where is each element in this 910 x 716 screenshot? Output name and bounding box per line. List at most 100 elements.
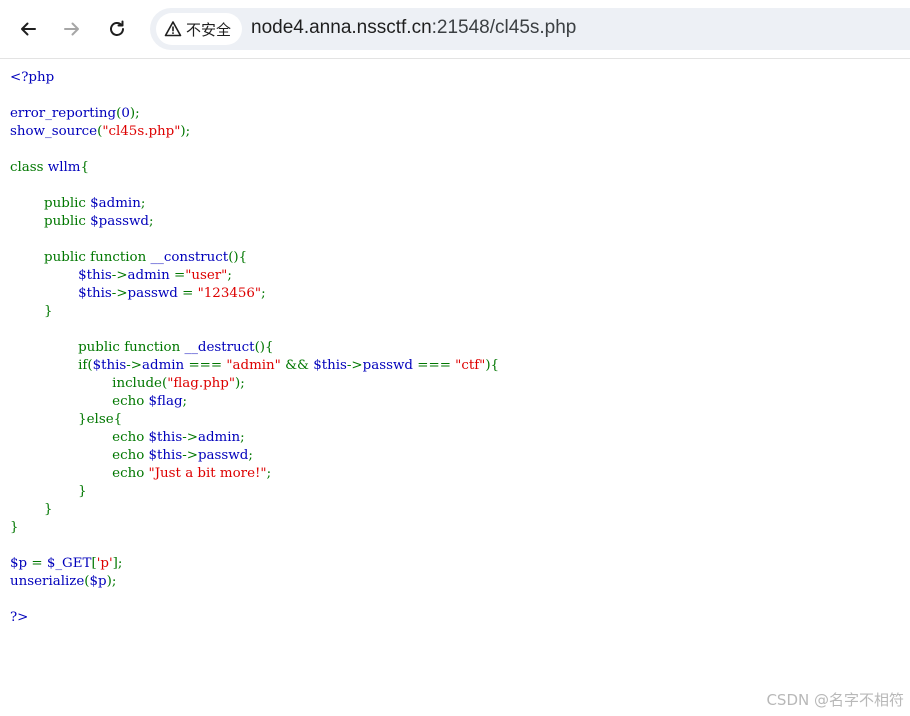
code-token: $admin <box>90 196 141 211</box>
code-token: -> <box>111 268 128 283</box>
code-token: public function <box>10 340 185 355</box>
warning-triangle-icon <box>164 21 182 37</box>
browser-toolbar: 不安全 node4.anna.nssctf.cn:21548/cl45s.php <box>0 0 910 59</box>
forward-button[interactable] <box>57 14 87 44</box>
code-token: __construct <box>150 250 229 265</box>
code-token: $p <box>10 556 32 571</box>
code-line: public function __construct(){ <box>10 249 499 267</box>
code-token: } <box>10 304 53 319</box>
code-token: passwd <box>197 448 249 463</box>
code-token: }else{ <box>10 412 123 427</box>
code-line: public function __destruct(){ <box>10 339 499 357</box>
code-token: $this <box>78 268 112 283</box>
code-token: ){ <box>485 358 500 373</box>
url-text[interactable]: node4.anna.nssctf.cn:21548/cl45s.php <box>251 17 576 39</box>
code-token: -> <box>346 358 363 373</box>
url-host: node4.anna.nssctf.cn <box>251 17 432 38</box>
code-token: 0 <box>121 106 130 121</box>
code-line: public $passwd; <box>10 213 499 231</box>
code-token: error_reporting <box>10 106 117 121</box>
code-token: __destruct <box>184 340 255 355</box>
code-token: ; <box>140 196 146 211</box>
code-token: ; <box>182 394 188 409</box>
php-source-code: <?php error_reporting(0); show_source("cl… <box>10 69 499 627</box>
code-token: } <box>10 520 19 535</box>
code-token: ); <box>106 574 117 589</box>
code-token: && <box>285 358 314 373</box>
code-token: admin <box>127 268 174 283</box>
code-line: } <box>10 501 499 519</box>
code-token: ; <box>149 214 154 229</box>
code-line: $p = $_GET['p']; <box>10 555 499 573</box>
code-token: passwd <box>127 286 183 301</box>
reload-icon <box>110 20 124 36</box>
code-line: $this->admin ="user"; <box>10 267 499 285</box>
code-token: = <box>31 556 47 571</box>
code-line: echo $this->passwd; <box>10 447 499 465</box>
code-token: ?> <box>10 610 29 625</box>
code-token: === <box>188 358 227 373</box>
code-token: ); <box>235 376 245 391</box>
code-token: ; <box>240 430 245 445</box>
code-token: "user" <box>185 268 228 283</box>
code-line: echo "Just a bit more!"; <box>10 465 499 483</box>
code-line: public $admin; <box>10 195 499 213</box>
code-token: if( <box>10 358 93 373</box>
code-line: show_source("cl45s.php"); <box>10 123 499 141</box>
code-token: $this <box>313 358 347 373</box>
code-line: <?php <box>10 69 499 87</box>
code-token: "cl45s.php" <box>102 124 181 139</box>
url-path: :21548/cl45s.php <box>431 17 577 38</box>
code-line: echo $flag; <box>10 393 499 411</box>
code-token: { <box>80 160 90 175</box>
code-token: = <box>173 268 186 283</box>
code-token: public <box>10 196 91 211</box>
code-token: admin <box>197 430 241 445</box>
security-label: 不安全 <box>186 20 232 39</box>
code-token: $this <box>78 286 112 301</box>
code-token: unserialize <box>10 574 85 589</box>
code-token: $flag <box>148 394 183 409</box>
code-token: -> <box>126 358 143 373</box>
code-token: passwd <box>362 358 418 373</box>
watermark: CSDN @名字不相符 <box>766 691 904 709</box>
code-line: } <box>10 519 499 537</box>
code-line: $this->passwd = "123456"; <box>10 285 499 303</box>
code-token: ; <box>227 268 232 283</box>
code-token: ); <box>129 106 140 121</box>
address-bar[interactable]: 不安全 node4.anna.nssctf.cn:21548/cl45s.php <box>150 8 910 50</box>
code-line: } <box>10 303 499 321</box>
code-token: "Just a bit more!" <box>148 466 267 481</box>
code-token: ); <box>180 124 191 139</box>
code-token: class <box>10 160 48 175</box>
code-token: $p <box>89 574 107 589</box>
security-indicator[interactable]: 不安全 <box>156 13 242 45</box>
code-token: "123456" <box>197 286 262 301</box>
code-token: $this <box>92 358 127 373</box>
code-token: (){ <box>228 250 248 265</box>
code-token: wllm <box>47 160 81 175</box>
code-token: ; <box>248 448 253 463</box>
code-token: <?php <box>10 70 55 85</box>
code-token: -> <box>182 448 198 463</box>
code-token: } <box>10 484 87 499</box>
code-token: public <box>10 214 91 229</box>
back-button[interactable] <box>13 14 43 44</box>
code-token: $this <box>148 430 183 445</box>
code-line: class wllm{ <box>10 159 499 177</box>
code-token: ; <box>261 286 266 301</box>
code-token: show_source <box>10 124 98 139</box>
code-token: ]; <box>112 556 123 571</box>
reload-button[interactable] <box>102 14 132 44</box>
code-line: unserialize($p); <box>10 573 499 591</box>
code-line: }else{ <box>10 411 499 429</box>
code-line: include("flag.php"); <box>10 375 499 393</box>
code-token: echo <box>10 448 149 463</box>
